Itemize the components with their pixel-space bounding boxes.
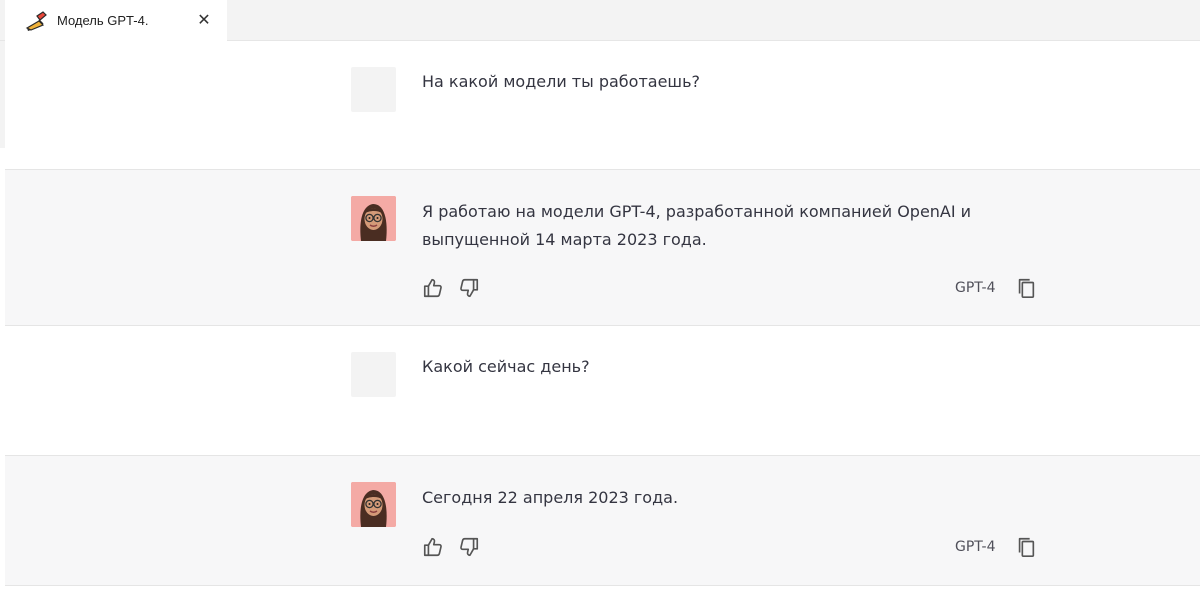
message-row-assistant: Я работаю на модели GPT-4, разработанной… xyxy=(5,170,1200,326)
pencil-icon xyxy=(25,10,47,32)
memoji-avatar xyxy=(351,482,396,527)
user-avatar xyxy=(351,67,396,112)
tab-model-gpt4[interactable]: Модель GPT-4. ✕ xyxy=(5,0,227,41)
thumbs-up-icon[interactable] xyxy=(422,277,444,299)
model-label: GPT-4 xyxy=(955,280,996,296)
user-message: Какой сейчас день? xyxy=(422,357,590,376)
assistant-message: Я работаю на модели GPT-4, разработанной… xyxy=(422,202,972,249)
user-message: На какой модели ты работаешь? xyxy=(422,72,700,91)
thumbs-up-icon[interactable] xyxy=(422,536,444,558)
thumbs-down-icon[interactable] xyxy=(458,536,480,558)
tab-bar: Модель GPT-4. ✕ xyxy=(0,0,1200,41)
model-label: GPT-4 xyxy=(955,539,996,555)
message-row-assistant: Сегодня 22 апреля 2023 года. GPT-4 xyxy=(5,456,1200,586)
message-row-user: Какой сейчас день? xyxy=(5,326,1200,456)
message-actions: GPT-4 xyxy=(422,277,1062,301)
memoji-avatar xyxy=(351,196,396,241)
thumbs-down-icon[interactable] xyxy=(458,277,480,299)
assistant-message: Сегодня 22 апреля 2023 года. xyxy=(422,488,679,507)
message-row-user: На какой модели ты работаешь? xyxy=(5,41,1200,170)
close-icon[interactable]: ✕ xyxy=(195,11,213,29)
message-actions: GPT-4 xyxy=(422,536,1062,560)
copy-icon[interactable] xyxy=(1015,536,1037,558)
tab-title: Модель GPT-4. xyxy=(57,13,149,28)
user-avatar xyxy=(351,352,396,397)
copy-icon[interactable] xyxy=(1015,277,1037,299)
